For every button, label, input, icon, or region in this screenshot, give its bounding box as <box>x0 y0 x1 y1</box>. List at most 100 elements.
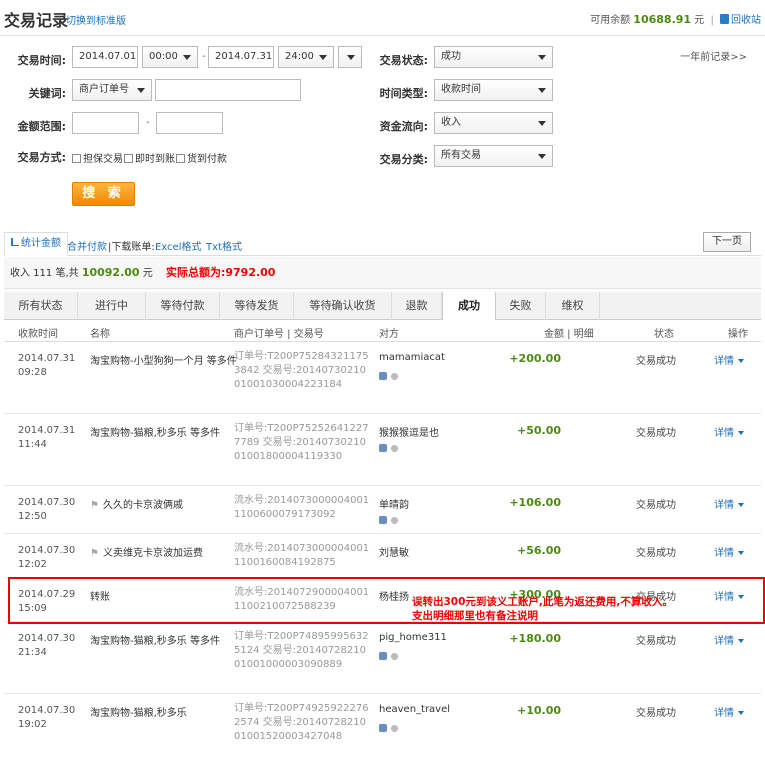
category-select[interactable]: 所有交易 <box>434 145 553 167</box>
method-cod-label: 货到付款 <box>187 154 227 165</box>
col-name: 名称 <box>90 329 110 340</box>
method-guarantee-checkbox[interactable]: 担保交易 <box>72 150 123 165</box>
col-party: 对方 <box>379 329 399 340</box>
balance-value: 10688.91 <box>633 13 692 26</box>
summary-bar: 收入 111 笔,共 10092.00 元 实际总额为:9792.00 <box>4 257 761 289</box>
chevron-down-icon <box>538 121 546 126</box>
row-amount: +180.00 <box>509 632 561 645</box>
amount-to-input[interactable] <box>156 112 223 134</box>
row-amount: +10.00 <box>516 704 561 717</box>
merge-pay-link[interactable]: 合并付款 <box>67 238 107 253</box>
row-detail-label: 详情 <box>714 636 734 647</box>
flag-icon[interactable]: ⚑ <box>90 500 99 511</box>
chevron-down-icon <box>738 431 744 435</box>
row-time-value: 12:02 <box>18 559 47 570</box>
row-detail-link[interactable]: 详情 <box>714 704 744 719</box>
row-name: ⚑ 义卖维克卡京波加运费 <box>90 544 203 559</box>
switch-standard-link[interactable]: 切换到标准版 <box>66 12 126 27</box>
tab-dispute[interactable]: 维权 <box>546 292 600 320</box>
start-date-input[interactable]: 2014.07.01 <box>72 46 138 68</box>
end-date-input[interactable]: 2014.07.31 <box>208 46 274 68</box>
row-status: 交易成功 <box>636 636 676 647</box>
chevron-down-icon <box>538 154 546 159</box>
amount-from-input[interactable] <box>72 112 139 134</box>
checkbox-icon <box>72 154 81 163</box>
recycle-link[interactable]: 回收站 <box>731 15 761 26</box>
summary-prefix: 收入 111 笔,共 <box>10 268 79 279</box>
row-time-value: 12:50 <box>18 511 47 522</box>
tab-all[interactable]: 所有状态 <box>4 292 78 320</box>
flag-icon[interactable]: ⚑ <box>90 548 99 559</box>
start-time-select[interactable]: 00:00 <box>142 46 198 68</box>
user-icon[interactable] <box>379 372 387 380</box>
tab-await-ship[interactable]: 等待发货 <box>220 292 294 320</box>
tab-success[interactable]: 成功 <box>442 292 496 321</box>
user-icon[interactable] <box>379 652 387 660</box>
separator: | <box>710 15 714 26</box>
row-date-value: 2014.07.31 <box>18 353 76 364</box>
col-amount: 金额 | 明细 <box>544 329 594 340</box>
row-date: 2014.07.30 21:34 <box>18 632 75 660</box>
balance-unit: 元 <box>694 15 705 26</box>
tab-in-progress[interactable]: 进行中 <box>78 292 146 320</box>
status-select[interactable]: 成功 <box>434 46 553 68</box>
method-instant-checkbox[interactable]: 即时到账 <box>124 150 175 165</box>
excel-link[interactable]: Excel格式 <box>155 238 202 253</box>
amount-range-label: 金额范围: <box>17 120 66 133</box>
row-ids: 订单号:T200P752843211753842 交易号:20140730210… <box>234 351 369 390</box>
contact-icon[interactable] <box>391 653 398 660</box>
contact-icon[interactable] <box>391 517 398 524</box>
user-icon[interactable] <box>379 724 387 732</box>
row-party: mamamiacat <box>379 352 445 363</box>
tab-await-confirm[interactable]: 等待确认收货 <box>294 292 392 320</box>
chevron-down-icon <box>183 55 191 60</box>
row-amount: +50.00 <box>516 424 561 437</box>
contact-icon[interactable] <box>391 725 398 732</box>
row-ids: 订单号:T200P749259222762574 交易号:20140728210… <box>234 703 369 742</box>
row-detail-link[interactable]: 详情 <box>714 424 744 439</box>
row-name: 淘宝购物-猫粮,秒多乐 等多件 <box>90 636 220 647</box>
keyword-type-value: 商户订单号 <box>79 84 129 95</box>
amount-dash: - <box>146 117 150 128</box>
flow-select[interactable]: 收入 <box>434 112 553 134</box>
row-party: 刘慧敏 <box>379 548 409 559</box>
table-row: 2014.07.30 12:50 ⚑ 久久的卡京波俩戚 流水号:2014073000… <box>4 486 761 534</box>
row-party: heaven_travel <box>379 704 451 715</box>
time-type-select[interactable]: 收款时间 <box>434 79 553 101</box>
next-page-button[interactable]: 下一页 <box>703 232 751 252</box>
keyword-input[interactable] <box>155 79 301 101</box>
method-guarantee-label: 担保交易 <box>83 154 123 165</box>
end-time-select[interactable]: 24:00 <box>278 46 334 68</box>
party-icons <box>379 724 398 735</box>
stats-tab[interactable]: 统计金额 <box>4 232 68 256</box>
row-detail-link[interactable]: 详情 <box>714 632 744 647</box>
flow-value: 收入 <box>441 117 461 128</box>
contact-icon[interactable] <box>391 445 398 452</box>
row-time-value: 19:02 <box>18 719 47 730</box>
chevron-down-icon <box>347 55 355 60</box>
row-detail-link[interactable]: 详情 <box>714 496 744 511</box>
search-button[interactable]: 搜 索 <box>72 182 135 206</box>
row-name: ⚑ 久久的卡京波俩戚 <box>90 496 183 511</box>
checkbox-icon <box>124 154 133 163</box>
user-icon[interactable] <box>379 516 387 524</box>
method-cod-checkbox[interactable]: 货到付款 <box>176 150 227 165</box>
tab-failed[interactable]: 失败 <box>496 292 546 320</box>
keyword-type-select[interactable]: 商户订单号 <box>72 79 152 101</box>
row-name: 淘宝购物-小型狗狗一个月 等多件 <box>90 356 237 367</box>
row-detail-link[interactable]: 详情 <box>714 544 744 559</box>
recycle-icon <box>720 14 729 24</box>
txt-link[interactable]: Txt格式 <box>206 238 242 253</box>
tab-await-pay[interactable]: 等待付款 <box>146 292 220 320</box>
tab-refund[interactable]: 退款 <box>392 292 442 320</box>
user-icon[interactable] <box>379 444 387 452</box>
time-range-select[interactable] <box>338 46 362 68</box>
row-detail-link[interactable]: 详情 <box>714 352 744 367</box>
year-ago-link[interactable]: 一年前记录>> <box>680 48 747 63</box>
balance-label: 可用余额 <box>590 15 631 26</box>
col-op: 操作 <box>728 329 748 340</box>
row-date: 2014.07.30 12:50 <box>18 496 75 524</box>
contact-icon[interactable] <box>391 373 398 380</box>
checkbox-icon <box>176 154 185 163</box>
table-row: 2014.07.30 21:34 淘宝购物-猫粮,秒多乐 等多件 订单号:T200… <box>4 622 761 694</box>
